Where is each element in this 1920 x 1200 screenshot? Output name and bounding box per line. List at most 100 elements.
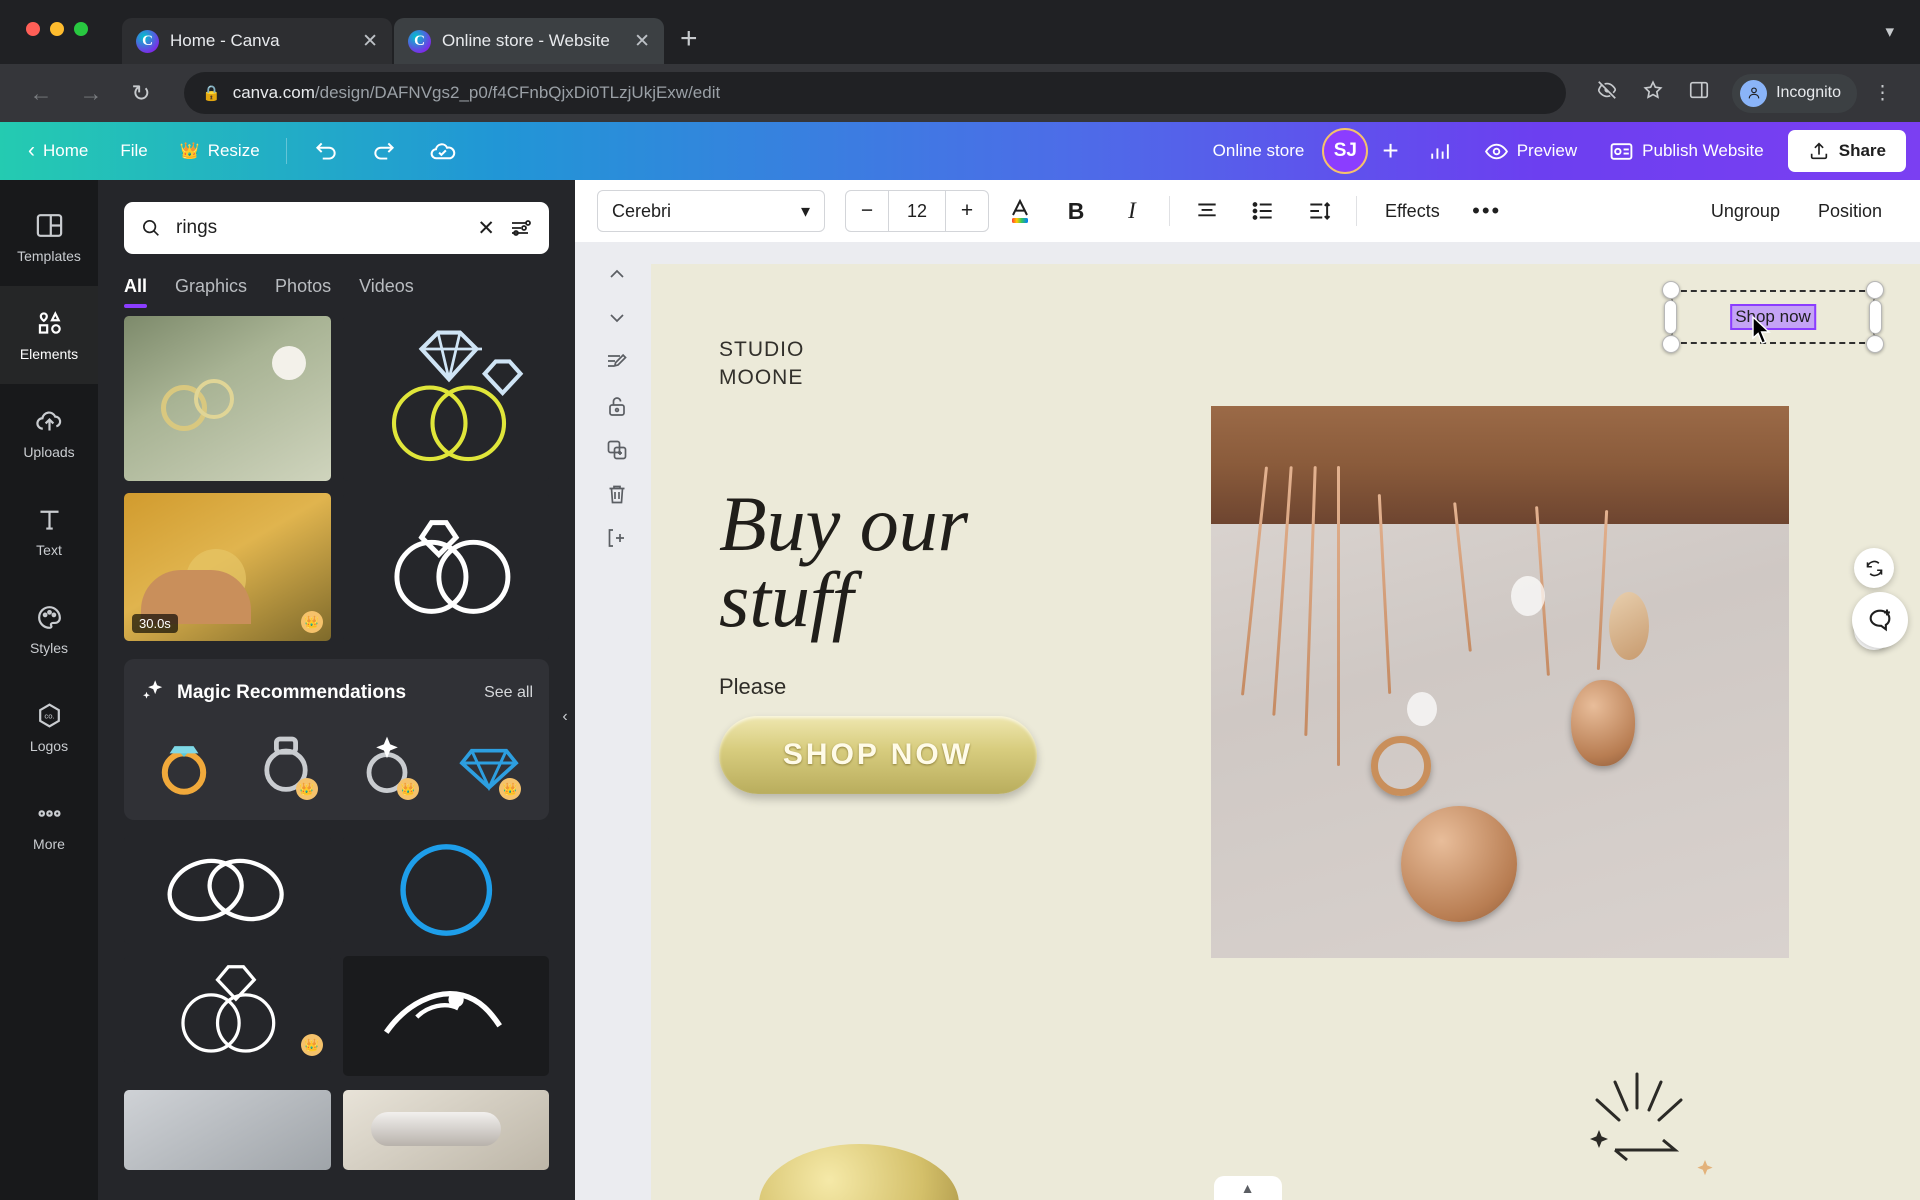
ungroup-button[interactable]: Ungroup	[1695, 191, 1796, 232]
close-window-button[interactable]	[26, 22, 40, 36]
page-subtitle[interactable]: Please	[719, 674, 786, 700]
search-results[interactable]: 30.0s 👑 Magic Recommendations See all 👑 …	[98, 308, 575, 1200]
tab-photos[interactable]: Photos	[275, 276, 331, 308]
text-color-a-icon[interactable]	[995, 186, 1045, 236]
close-tab-icon[interactable]: ✕	[362, 32, 378, 51]
design-page[interactable]: STUDIO MOONE Buy our stuff Please SHOP N…	[651, 264, 1920, 1200]
increase-font-size-button[interactable]: +	[946, 191, 988, 231]
result-item[interactable]: 👑	[124, 956, 331, 1064]
home-button[interactable]: ‹ Home	[14, 131, 102, 171]
resize-handle-right[interactable]	[1869, 300, 1882, 334]
font-size-value[interactable]: 12	[888, 191, 946, 231]
back-arrow-icon[interactable]: ←	[20, 72, 62, 114]
tab-all[interactable]: All	[124, 276, 148, 308]
reload-icon[interactable]: ↻	[120, 72, 162, 114]
brand-logo-text[interactable]: STUDIO MOONE	[719, 336, 804, 393]
more-options-button[interactable]: •••	[1462, 186, 1512, 236]
browser-tab-home-canva[interactable]: C Home - Canva ✕	[122, 18, 392, 64]
resize-button[interactable]: 👑 Resize	[166, 133, 274, 169]
resize-handle-top-left[interactable]	[1662, 281, 1680, 299]
search-input[interactable]	[176, 217, 464, 239]
align-center-icon[interactable]	[1182, 186, 1232, 236]
scroll-up-chevron-icon[interactable]: ▲	[1213, 1176, 1282, 1200]
cloud-saved-icon[interactable]	[415, 130, 470, 173]
magic-item[interactable]: 👑	[344, 724, 432, 802]
sidebar-item-styles[interactable]: Styles	[0, 580, 98, 678]
selected-text-content[interactable]: Shop now	[1730, 304, 1816, 330]
tab-graphics[interactable]: Graphics	[175, 276, 247, 308]
resize-handle-left[interactable]	[1664, 300, 1677, 334]
italic-button[interactable]: I	[1107, 186, 1157, 236]
magic-item[interactable]: 👑	[445, 724, 533, 802]
result-item[interactable]	[342, 493, 549, 641]
result-item[interactable]	[124, 316, 331, 481]
document-title[interactable]: Online store	[1199, 133, 1319, 169]
result-item[interactable]	[124, 836, 331, 944]
kebab-menu-icon[interactable]: ⋮	[1873, 82, 1892, 105]
star-icon[interactable]	[1642, 79, 1664, 107]
page-notes-icon[interactable]	[597, 342, 637, 382]
maximize-window-button[interactable]	[74, 22, 88, 36]
undo-button[interactable]	[299, 130, 353, 172]
chevron-up-icon[interactable]	[597, 254, 637, 294]
magic-item[interactable]	[140, 724, 228, 802]
redo-button[interactable]	[357, 130, 411, 172]
eye-off-icon[interactable]	[1596, 79, 1618, 107]
add-page-icon[interactable]	[597, 518, 637, 558]
font-size-stepper[interactable]: − 12 +	[845, 190, 989, 232]
effects-button[interactable]: Effects	[1369, 191, 1456, 232]
tab-list-chevron-icon[interactable]: ▾	[1885, 22, 1894, 42]
search-box[interactable]: ✕	[124, 202, 549, 254]
clear-x-icon[interactable]: ✕	[477, 216, 495, 241]
result-item[interactable]	[342, 316, 549, 481]
address-bar[interactable]: 🔒 canva.com/design/DAFNVgs2_p0/f4CFnbQjx…	[184, 72, 1567, 114]
sidebar-item-more[interactable]: More	[0, 776, 98, 874]
avatar[interactable]: SJ	[1322, 128, 1369, 174]
position-button[interactable]: Position	[1802, 191, 1898, 232]
tab-videos[interactable]: Videos	[359, 276, 414, 308]
add-collaborator-button[interactable]: +	[1372, 135, 1408, 167]
selected-element-shop-now[interactable]: Shop now	[1662, 281, 1884, 353]
sidebar-item-uploads[interactable]: Uploads	[0, 384, 98, 482]
result-item[interactable]	[342, 1090, 549, 1170]
side-panel-icon[interactable]	[1688, 79, 1710, 107]
minimize-window-button[interactable]	[50, 22, 64, 36]
decrease-font-size-button[interactable]: −	[846, 191, 888, 231]
sidebar-item-text[interactable]: Text	[0, 482, 98, 580]
bold-button[interactable]: B	[1051, 186, 1101, 236]
browser-tab-online-store[interactable]: C Online store - Website ✕	[394, 18, 664, 64]
incognito-profile-chip[interactable]: Incognito	[1732, 73, 1857, 113]
close-tab-icon[interactable]: ✕	[634, 32, 650, 51]
hero-jewelry-image[interactable]	[1211, 406, 1789, 958]
sidebar-item-templates[interactable]: Templates	[0, 188, 98, 286]
result-item[interactable]	[342, 836, 549, 944]
result-item[interactable]	[342, 956, 549, 1076]
resize-handle-bottom-right[interactable]	[1866, 335, 1884, 353]
add-comment-icon[interactable]	[1852, 592, 1908, 648]
publish-website-button[interactable]: Publish Website	[1595, 131, 1778, 172]
shop-now-button[interactable]: SHOP NOW	[719, 716, 1037, 794]
filter-sliders-icon[interactable]	[509, 216, 533, 240]
forward-arrow-icon[interactable]: →	[70, 72, 112, 114]
result-item[interactable]	[124, 1090, 331, 1170]
page-headline[interactable]: Buy our stuff	[719, 484, 968, 639]
insights-bar-chart-icon[interactable]	[1413, 131, 1466, 172]
see-all-link[interactable]: See all	[484, 684, 533, 702]
rotate-icon[interactable]	[1854, 548, 1894, 588]
file-menu-button[interactable]: File	[106, 133, 161, 169]
collapse-panel-chevron-icon[interactable]: ‹	[554, 690, 575, 744]
share-button[interactable]: Share	[1787, 130, 1906, 172]
line-spacing-icon[interactable]	[1294, 186, 1344, 236]
result-item-video[interactable]: 30.0s 👑	[124, 493, 331, 641]
font-family-select[interactable]: Cerebri ▾	[597, 190, 825, 232]
sidebar-item-elements[interactable]: Elements	[0, 286, 98, 384]
resize-handle-bottom-left[interactable]	[1662, 335, 1680, 353]
resize-handle-top-right[interactable]	[1866, 281, 1884, 299]
bullet-list-icon[interactable]	[1238, 186, 1288, 236]
canvas-viewport[interactable]: STUDIO MOONE Buy our stuff Please SHOP N…	[575, 242, 1920, 1200]
preview-button[interactable]: Preview	[1470, 131, 1591, 172]
magic-item[interactable]: 👑	[242, 724, 330, 802]
chevron-down-icon[interactable]	[597, 298, 637, 338]
new-tab-button[interactable]: +	[680, 22, 698, 56]
duplicate-page-icon[interactable]	[597, 430, 637, 470]
